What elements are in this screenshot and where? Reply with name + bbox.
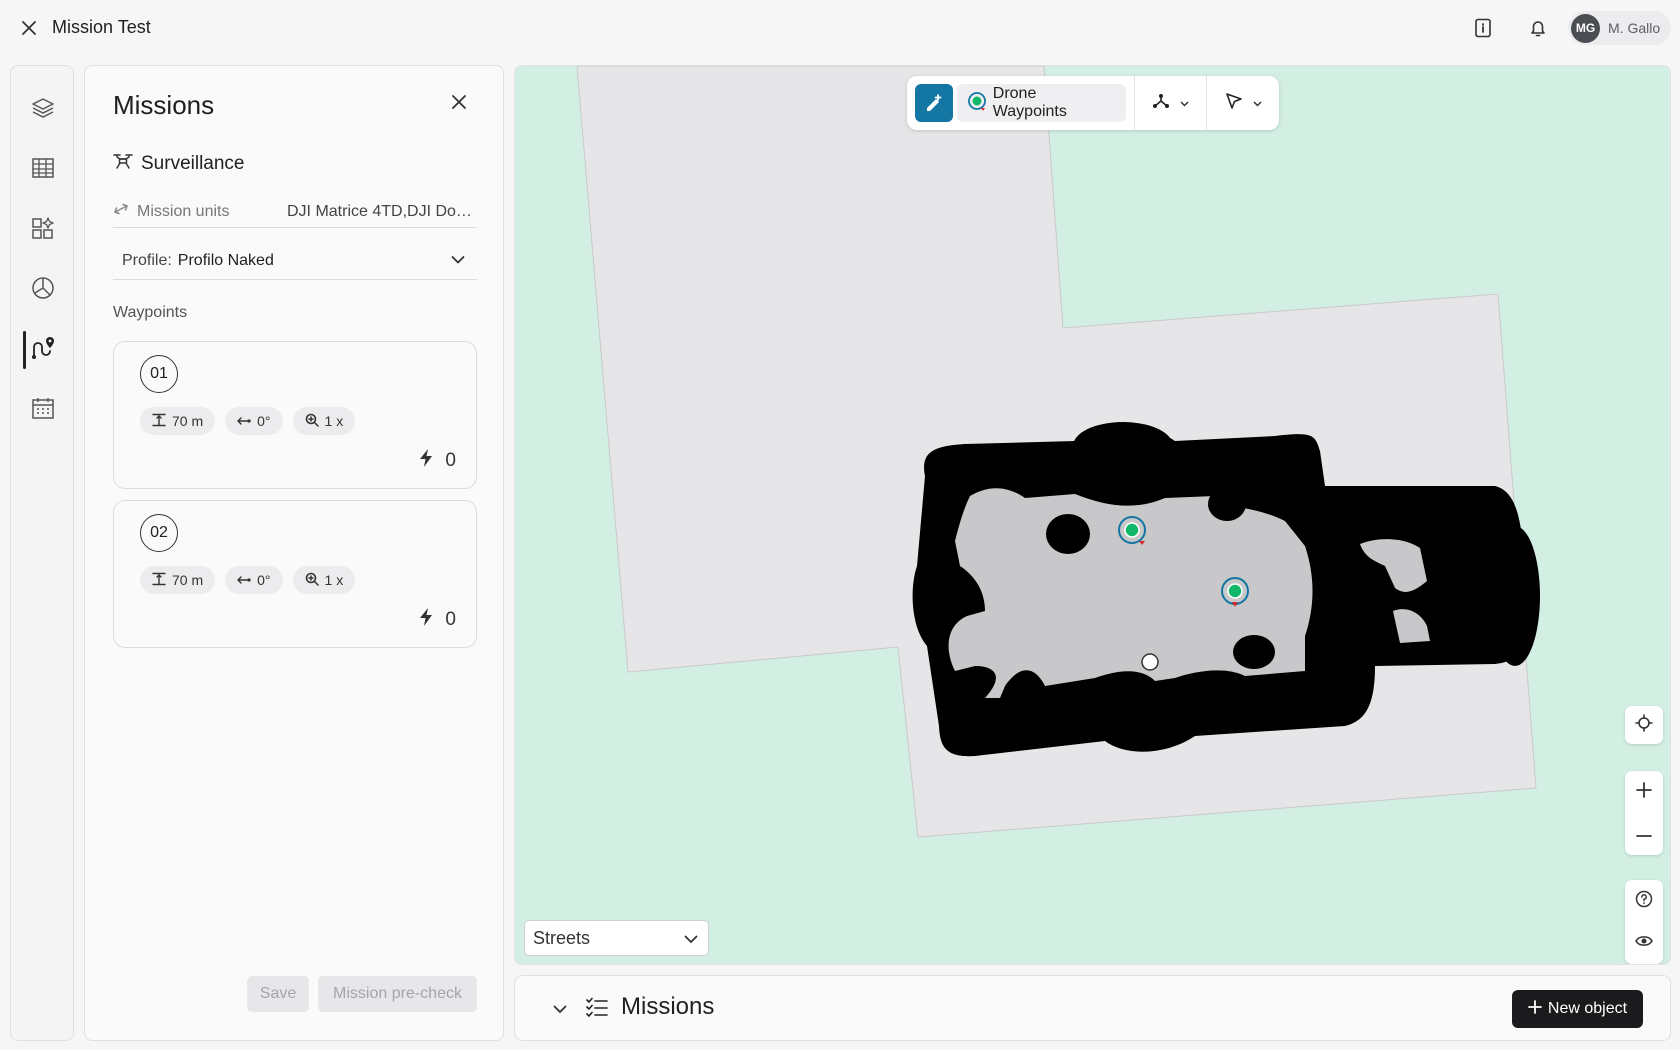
layer-label: Drone Waypoints bbox=[992, 85, 1067, 120]
basemap-value: Streets bbox=[533, 927, 591, 948]
help-button[interactable] bbox=[1625, 880, 1663, 922]
zoom-in-button[interactable] bbox=[1625, 771, 1663, 813]
close-icon[interactable] bbox=[18, 17, 40, 39]
zoom-out-button[interactable] bbox=[1625, 813, 1663, 855]
select-tool-dropdown[interactable] bbox=[1207, 76, 1279, 130]
left-nav-rail bbox=[10, 65, 74, 1041]
missions-panel: Missions Surveillance Mission units DJI … bbox=[84, 65, 504, 1041]
mission-type: Surveillance bbox=[113, 152, 245, 176]
altitude-value: 70 m bbox=[172, 413, 204, 429]
top-bar: Mission Test MG M. Gallo bbox=[0, 0, 1680, 56]
draft-point-marker bbox=[1141, 653, 1159, 671]
heading-chip: 0° bbox=[225, 566, 283, 594]
basemap-select[interactable]: Streets bbox=[524, 920, 709, 956]
altitude-icon bbox=[152, 572, 166, 589]
heading-value: 0° bbox=[257, 572, 271, 588]
collapse-chevron-icon[interactable] bbox=[549, 998, 571, 1020]
widgets-icon[interactable] bbox=[27, 212, 59, 244]
vector-nodes-icon bbox=[1152, 92, 1170, 115]
zoom-chip: 1 x bbox=[292, 407, 356, 435]
visibility-button[interactable] bbox=[1625, 922, 1663, 964]
layers-icon[interactable] bbox=[27, 92, 59, 124]
zoom-value: 1 x bbox=[324, 572, 344, 588]
geometry-tool-dropdown[interactable] bbox=[1135, 76, 1207, 130]
user-menu[interactable]: MG M. Gallo bbox=[1568, 11, 1671, 45]
zoom-controls bbox=[1625, 771, 1663, 855]
horizontal-arrows-icon bbox=[237, 413, 251, 429]
altitude-icon bbox=[152, 413, 166, 430]
drone-icon bbox=[113, 152, 133, 176]
heading-value: 0° bbox=[257, 413, 271, 429]
table-icon[interactable] bbox=[27, 152, 59, 184]
chevron-down-icon bbox=[1180, 94, 1189, 112]
panel-title: Missions bbox=[113, 90, 215, 120]
chevron-down-icon bbox=[451, 252, 465, 270]
energy-readout: 0 bbox=[419, 607, 456, 633]
profile-select[interactable]: Profile: Profilo Naked bbox=[113, 242, 477, 280]
energy-readout: 0 bbox=[419, 448, 456, 474]
mission-precheck-button[interactable]: Mission pre-check bbox=[318, 976, 477, 1012]
analytics-icon[interactable] bbox=[27, 272, 59, 304]
info-book-icon[interactable] bbox=[1471, 16, 1495, 40]
checklist-icon bbox=[585, 996, 609, 1025]
altitude-value: 70 m bbox=[172, 572, 204, 588]
waypoint-card[interactable]: 02 70 m 0° 1 x 0 bbox=[113, 500, 477, 648]
waypoint-layer-icon bbox=[967, 91, 987, 116]
zoom-in-icon bbox=[305, 572, 319, 589]
chevron-down-icon bbox=[684, 928, 698, 949]
lightning-icon bbox=[419, 448, 433, 474]
bottom-title: Missions bbox=[621, 993, 715, 1020]
energy-value: 0 bbox=[445, 450, 456, 471]
waypoint-card[interactable]: 01 70 m 0° 1 x 0 bbox=[113, 341, 477, 489]
save-button[interactable]: Save bbox=[247, 976, 309, 1012]
heading-chip: 0° bbox=[225, 407, 283, 435]
app-title: Mission Test bbox=[52, 17, 151, 37]
mission-units-row[interactable]: Mission units DJI Matrice 4TD,DJI Doc... bbox=[113, 196, 477, 228]
mission-route-icon[interactable] bbox=[27, 332, 59, 364]
profile-label: Profile: bbox=[122, 251, 172, 269]
mission-units-value: DJI Matrice 4TD,DJI Doc... bbox=[287, 202, 477, 220]
zoom-chip: 1 x bbox=[292, 566, 356, 594]
minus-icon bbox=[1636, 825, 1652, 843]
waypoint-number: 01 bbox=[140, 355, 178, 393]
map-view[interactable]: Drone Waypoints Streets bbox=[514, 65, 1671, 965]
locate-button[interactable] bbox=[1625, 706, 1663, 744]
mission-units-label: Mission units bbox=[137, 202, 230, 220]
missions-bottom-bar: Missions New object bbox=[514, 975, 1671, 1041]
close-panel-icon[interactable] bbox=[447, 90, 471, 114]
zoom-value: 1 x bbox=[324, 413, 344, 429]
swap-arrows-icon bbox=[113, 201, 129, 222]
new-object-label: New object bbox=[1547, 1000, 1628, 1017]
add-waypoint-button[interactable] bbox=[915, 84, 953, 122]
map-help-controls bbox=[1625, 880, 1663, 964]
new-object-button[interactable]: New object bbox=[1512, 990, 1643, 1028]
mission-type-label: Surveillance bbox=[141, 153, 245, 174]
active-indicator bbox=[23, 331, 26, 369]
eye-icon bbox=[1635, 934, 1653, 953]
waypoints-heading: Waypoints bbox=[113, 304, 188, 321]
energy-value: 0 bbox=[445, 609, 456, 630]
plus-icon bbox=[1528, 999, 1542, 1019]
waypoint-number: 02 bbox=[140, 514, 178, 552]
help-circle-icon bbox=[1635, 890, 1653, 913]
user-name: M. Gallo bbox=[1608, 20, 1661, 36]
horizontal-arrows-icon bbox=[237, 572, 251, 588]
lightning-icon bbox=[419, 607, 433, 633]
map-canvas bbox=[576, 66, 1540, 838]
bell-icon[interactable] bbox=[1526, 16, 1550, 40]
calendar-icon[interactable] bbox=[27, 392, 59, 424]
chevron-down-icon bbox=[1253, 94, 1262, 112]
profile-value: Profilo Naked bbox=[177, 251, 274, 269]
drone-waypoints-layer-button[interactable]: Drone Waypoints bbox=[956, 84, 1126, 122]
cursor-arrow-icon bbox=[1225, 92, 1243, 115]
avatar: MG bbox=[1571, 13, 1600, 43]
plus-icon bbox=[1636, 781, 1652, 803]
map-drawing-toolbar: Drone Waypoints bbox=[907, 76, 1279, 130]
altitude-chip: 70 m bbox=[140, 566, 216, 594]
zoom-in-icon bbox=[305, 413, 319, 430]
crosshair-icon bbox=[1635, 713, 1653, 737]
altitude-chip: 70 m bbox=[140, 407, 216, 435]
